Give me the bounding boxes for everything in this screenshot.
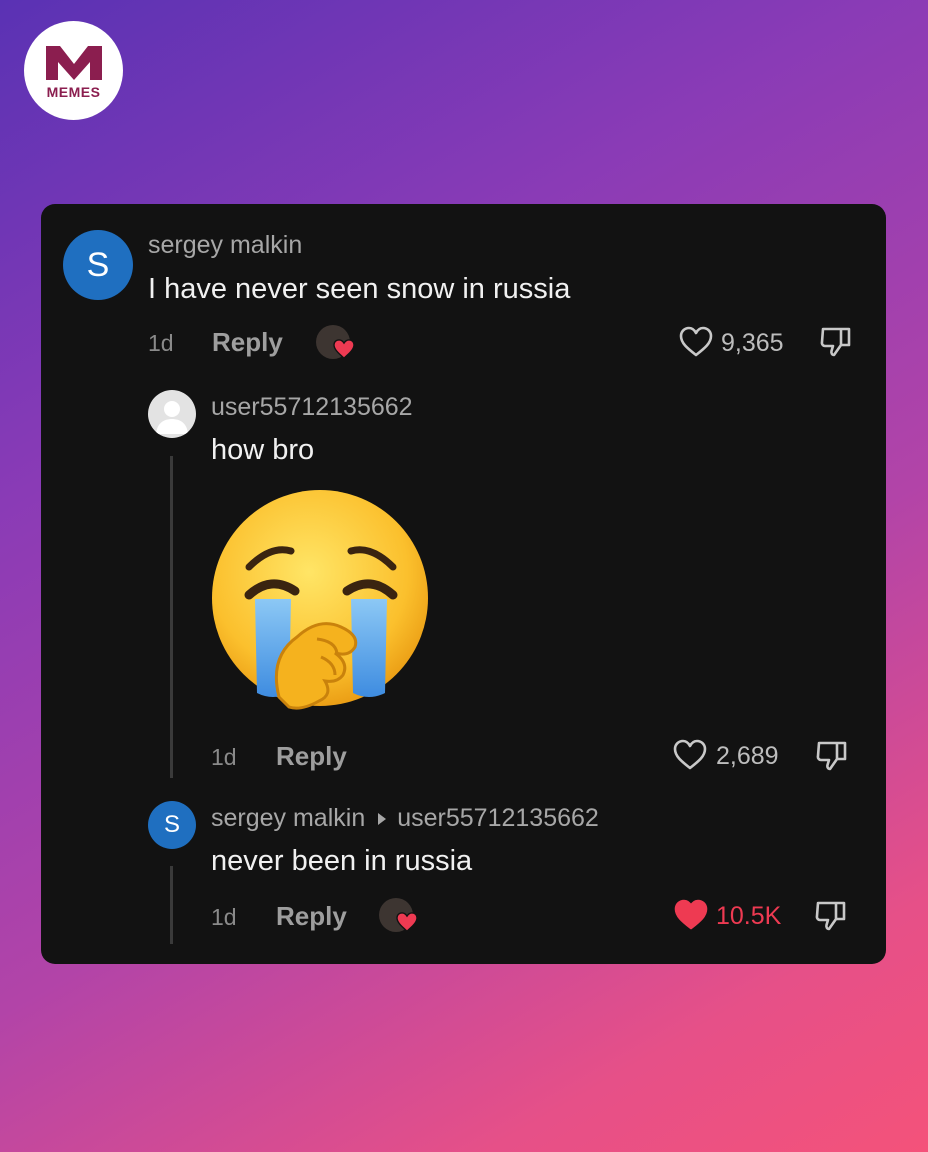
reply-button[interactable]: Reply: [276, 901, 347, 932]
comment-time: 1d: [211, 744, 237, 770]
comment-time: 1d: [148, 330, 174, 356]
comments-card: S sergey malkin I have never seen snow i…: [41, 204, 886, 964]
like-heart-icon[interactable]: [673, 739, 707, 771]
avatar-sergey[interactable]: S: [63, 230, 133, 300]
comment-time: 1d: [211, 904, 237, 930]
heart-icon: [396, 912, 418, 932]
reply-button[interactable]: Reply: [212, 327, 283, 358]
comment-username[interactable]: sergey malkin: [148, 231, 302, 260]
liked-heart-icon[interactable]: [674, 899, 708, 931]
creator-liked-badge: [316, 325, 358, 363]
reply-header: sergey malkin user55712135662: [211, 804, 599, 833]
creator-liked-badge: [379, 898, 421, 936]
heart-icon: [333, 339, 355, 359]
logo-text: MEMES: [46, 83, 101, 100]
comment-text: never been in russia: [211, 845, 473, 877]
thread-line: [170, 456, 173, 778]
caret-right-icon: [378, 812, 387, 825]
user-icon: [156, 401, 188, 434]
comment-text: I have never seen snow in russia: [148, 273, 571, 305]
dislike-icon[interactable]: [819, 325, 853, 359]
like-count: 10.5K: [716, 902, 782, 930]
comment-username[interactable]: sergey malkin: [211, 804, 365, 833]
like-heart-icon[interactable]: [679, 326, 713, 358]
like-count: 9,365: [721, 329, 784, 357]
dislike-icon[interactable]: [814, 899, 848, 933]
memes-logo: MEMES: [24, 21, 123, 120]
thread-line: [170, 866, 173, 944]
loudly-crying-emoji: [212, 490, 428, 710]
reply-button[interactable]: Reply: [276, 741, 347, 772]
comment-text: how bro: [211, 434, 315, 466]
like-count: 2,689: [716, 742, 779, 770]
m-logo-icon: [45, 45, 102, 80]
comment-username[interactable]: user55712135662: [211, 393, 413, 422]
avatar-sergey[interactable]: S: [148, 801, 196, 849]
reply-to-username[interactable]: user55712135662: [397, 804, 599, 833]
dislike-icon[interactable]: [815, 739, 849, 773]
avatar-default[interactable]: [148, 390, 196, 438]
